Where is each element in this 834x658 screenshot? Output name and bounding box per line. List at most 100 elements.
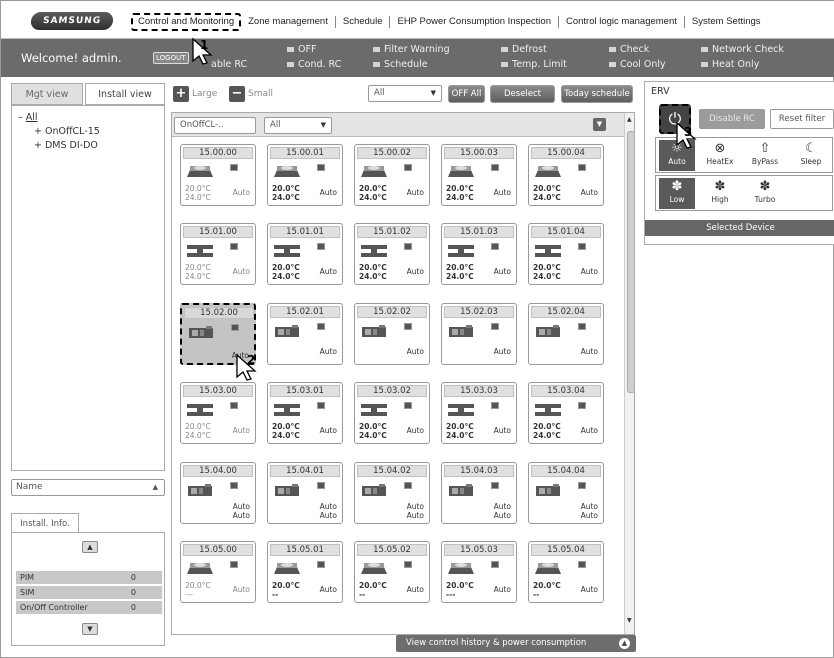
status-indicator	[578, 402, 586, 409]
status-filter-select[interactable]: All ▼	[368, 85, 442, 102]
group-select[interactable]: OnOffCL-..	[174, 117, 256, 134]
status-indicator	[230, 482, 238, 489]
small-view-icon[interactable]: −	[229, 86, 245, 102]
device-card[interactable]: 15.00.04 20.0°C 24.0°C Auto	[528, 144, 604, 206]
tab-install-info[interactable]: Install. Info.	[11, 513, 79, 533]
cassette-unit-icon	[187, 563, 213, 574]
mode-sleep[interactable]: ☾ Sleep	[793, 140, 829, 171]
large-view-icon[interactable]: +	[173, 86, 189, 102]
device-card[interactable]: 15.05.02 20.0°C -- Auto	[354, 541, 430, 603]
device-mode: Auto	[319, 188, 337, 197]
device-card[interactable]: 15.05.03 20.0°C --- Auto	[441, 541, 517, 603]
history-button[interactable]: View control history & power consumption…	[396, 635, 636, 652]
duct-unit-icon	[448, 245, 474, 257]
today-schedule-button[interactable]: Today schedule	[561, 85, 633, 103]
tab-mgt-view[interactable]: Mgt view	[11, 83, 83, 105]
device-card[interactable]: 15.04.01 Auto Auto	[267, 462, 343, 524]
device-card[interactable]: 15.05.00 20.0°C --- Auto	[180, 541, 256, 603]
large-label[interactable]: Large	[192, 89, 217, 99]
device-id: 15.05.04	[531, 544, 601, 556]
erv-unit-icon	[449, 325, 473, 337]
info-row-sim: SIM 0	[16, 586, 162, 599]
scroll-thumb[interactable]	[627, 131, 634, 393]
collapse-icon[interactable]: ▼	[593, 118, 606, 131]
device-card[interactable]: 15.01.01 20.0°C 24.0°C Auto	[267, 223, 343, 285]
device-card[interactable]: 15.05.04 20.0°C -- Auto	[528, 541, 604, 603]
device-card[interactable]: 15.04.04 Auto Auto	[528, 462, 604, 524]
device-card[interactable]: 15.05.01 20.0°C -- Auto	[267, 541, 343, 603]
device-fan-mode: Auto	[493, 511, 511, 520]
scroll-down-arrow-icon[interactable]: ▼	[627, 617, 632, 624]
device-card[interactable]: 15.02.03 Auto	[441, 303, 517, 365]
erv-panel: ERV ⏻ Disable RC Reset filter ☼ Auto ⊗ Hea…	[644, 81, 834, 245]
tab-install-view[interactable]: Install view	[85, 83, 165, 105]
menu-control-logic[interactable]: Control logic management	[559, 16, 685, 28]
device-card[interactable]: 15.02.04 Auto	[528, 303, 604, 365]
menu-schedule[interactable]: Schedule	[336, 16, 391, 28]
device-card[interactable]: 15.01.04 20.0°C 24.0°C Auto	[528, 223, 604, 285]
device-card[interactable]: 15.03.03 20.0°C 24.0°C Auto	[441, 382, 517, 444]
logout-button[interactable]: LOGOUT	[153, 52, 189, 64]
room-temp: 24.0°C	[185, 193, 211, 202]
device-card[interactable]: 15.02.02 Auto	[354, 303, 430, 365]
device-card[interactable]: 15.00.00 20.0°C 24.0°C Auto	[180, 144, 256, 206]
tree-item-onoffcl[interactable]: + OnOffCL-15	[34, 126, 100, 137]
device-card[interactable]: 15.03.04 20.0°C 24.0°C Auto	[528, 382, 604, 444]
menu-system-settings[interactable]: System Settings	[685, 16, 768, 28]
device-mode: Auto	[232, 502, 250, 511]
grid-scrollbar[interactable]: ▲ ▼	[624, 113, 634, 634]
device-card[interactable]: 15.04.00 Auto Auto	[180, 462, 256, 524]
device-id: 15.00.01	[270, 147, 340, 159]
reset-filter-button[interactable]: Reset filter	[770, 109, 834, 129]
device-card[interactable]: 15.02.01 Auto	[267, 303, 343, 365]
set-temp: 20.0°C	[446, 581, 474, 590]
room-temp: 24.0°C	[272, 431, 300, 440]
deselect-button[interactable]: Deselect	[490, 85, 555, 103]
device-card[interactable]: 15.04.03 Auto Auto	[441, 462, 517, 524]
device-mode: Auto	[232, 426, 250, 435]
status-indicator	[317, 243, 325, 250]
device-mode: Auto	[232, 188, 250, 197]
off-all-button[interactable]: OFF All	[448, 85, 485, 103]
small-label[interactable]: Small	[248, 89, 273, 99]
sort-select[interactable]: Name ▲	[11, 479, 165, 496]
scroll-up-arrow-icon[interactable]: ▲	[627, 116, 632, 123]
set-temp: 20.0°C	[272, 581, 300, 590]
device-card[interactable]: 15.00.03 20.0°C 24.0°C Auto	[441, 144, 517, 206]
device-card[interactable]: 15.00.01 20.0°C 24.0°C Auto	[267, 144, 343, 206]
device-id: 15.02.01	[270, 306, 340, 318]
device-card[interactable]: 15.03.02 20.0°C 24.0°C Auto	[354, 382, 430, 444]
tree-item-dms[interactable]: + DMS DI-DO	[34, 140, 98, 151]
menu-zone-management[interactable]: Zone management	[241, 16, 336, 28]
mode-heatex[interactable]: ⊗ HeatEx	[702, 140, 738, 171]
device-card[interactable]: 15.01.00 20.0°C 24.0°C Auto	[180, 223, 256, 285]
fan-high[interactable]: ✽ High	[702, 178, 738, 209]
device-card[interactable]: 15.01.02 20.0°C 24.0°C Auto	[354, 223, 430, 285]
legend-square-icon	[609, 47, 616, 52]
fan-low-icon: ✽	[671, 179, 683, 194]
scroll-down-button[interactable]: ▼	[82, 623, 98, 635]
disable-rc-button[interactable]: Disable RC	[699, 109, 765, 129]
status-indicator	[578, 323, 586, 330]
info-row-pim: PIM 0	[16, 571, 162, 584]
set-temp: 20.0°C	[359, 263, 387, 272]
room-temp: ---	[185, 590, 194, 599]
set-temp: 20.0°C	[272, 184, 300, 193]
fan-turbo[interactable]: ✽ Turbo	[747, 178, 783, 209]
set-temp: 20.0°C	[533, 184, 561, 193]
device-card[interactable]: 15.03.00 20.0°C 24.0°C Auto	[180, 382, 256, 444]
mode-bypass[interactable]: ⇧ ByPass	[747, 140, 783, 171]
menu-ehp-power-consumption[interactable]: EHP Power Consumption Inspection	[390, 16, 559, 28]
group-filter-select[interactable]: All ▼	[264, 117, 332, 134]
fan-low[interactable]: ✽ Low	[659, 178, 695, 209]
device-card[interactable]: 15.03.01 20.0°C 24.0°C Auto	[267, 382, 343, 444]
scroll-up-button[interactable]: ▲	[82, 541, 98, 553]
grid-header: OnOffCL-.. All ▼ ▼	[172, 113, 634, 137]
device-card[interactable]: 15.00.02 20.0°C 24.0°C Auto	[354, 144, 430, 206]
device-card[interactable]: 15.01.03 20.0°C 24.0°C Auto	[441, 223, 517, 285]
tree-item-all[interactable]: – All	[18, 112, 38, 123]
duct-unit-icon	[535, 404, 561, 416]
menu-control-and-monitoring[interactable]: Control and Monitoring	[131, 13, 242, 31]
device-card[interactable]: 15.04.02 Auto Auto	[354, 462, 430, 524]
selected-device-header: Selected Device	[645, 220, 834, 236]
